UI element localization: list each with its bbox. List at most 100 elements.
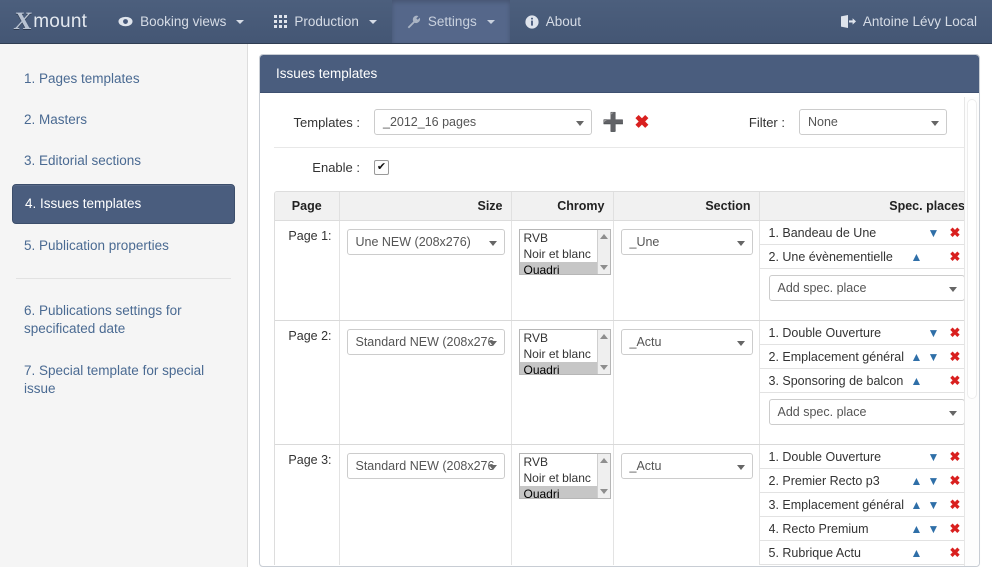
nav-production-label: Production <box>294 14 359 29</box>
sidebar-item-publications-settings[interactable]: 6. Publications settings for specificate… <box>12 292 235 348</box>
move-down-icon[interactable]: ▼ <box>925 351 942 363</box>
nav-items: Booking views Production Settings About <box>103 0 596 43</box>
sidebar-divider <box>16 278 231 280</box>
move-up-icon[interactable]: ▲ <box>908 375 925 387</box>
spec-place-actions: ▲ ▼ ✖ <box>908 326 965 339</box>
nav-about-label: About <box>545 14 581 29</box>
listbox-scrollbar[interactable] <box>596 330 610 374</box>
scroll-up-icon[interactable] <box>599 234 608 239</box>
nav-production[interactable]: Production <box>259 0 392 43</box>
templates-row: Templates : _2012_16 pages ➕ ✖ Filter : … <box>274 107 965 145</box>
delete-template-button[interactable]: ✖ <box>634 113 649 131</box>
panel-body: Templates : _2012_16 pages ➕ ✖ Filter : … <box>260 93 979 565</box>
add-spec-place-value: Add spec. place <box>777 281 867 295</box>
delete-spec-place-icon[interactable]: ✖ <box>945 474 965 487</box>
section-select[interactable]: _Une <box>620 229 753 255</box>
move-up-icon[interactable]: ▲ <box>908 475 925 487</box>
panel-scrollbar[interactable] <box>964 97 979 566</box>
chromy-listbox[interactable]: RVB Noir et blanc Quadri <box>518 229 611 275</box>
spec-place-actions: ▲ ▼ ✖ <box>908 250 965 263</box>
delete-spec-place-icon[interactable]: ✖ <box>945 498 965 511</box>
sidebar-item-editorial-sections[interactable]: 3. Editorial sections <box>12 142 235 180</box>
filter-select[interactable]: None <box>799 109 947 135</box>
scroll-up-icon[interactable] <box>599 458 608 463</box>
move-down-icon[interactable]: ▼ <box>925 227 942 239</box>
move-up-icon[interactable]: ▲ <box>908 547 925 559</box>
move-down-icon[interactable]: ▼ <box>925 451 942 463</box>
move-up-icon[interactable]: ▲ <box>908 499 925 511</box>
section-select[interactable]: _Actu <box>620 329 753 355</box>
listbox-scrollbar[interactable] <box>596 454 610 498</box>
add-template-button[interactable]: ➕ <box>602 113 624 131</box>
size-select[interactable]: Standard NEW (208x276 <box>346 329 505 355</box>
sidebar-item-masters[interactable]: 2. Masters <box>12 101 235 139</box>
scroll-down-icon[interactable] <box>599 489 608 494</box>
size-select[interactable]: Standard NEW (208x276 <box>346 453 505 479</box>
section-select[interactable]: _Actu <box>620 453 753 479</box>
nav-about[interactable]: About <box>510 0 596 43</box>
spec-place-item: 4. Recto Premium ▲ ▼ ✖ <box>759 517 971 541</box>
move-down-icon[interactable]: ▼ <box>925 327 942 339</box>
chevron-down-icon <box>948 411 957 416</box>
delete-spec-place-icon[interactable]: ✖ <box>945 546 965 559</box>
filter-group: Filter : None <box>749 109 965 135</box>
user-logout-link[interactable]: Antoine Lévy Local <box>826 0 992 43</box>
chromy-listbox[interactable]: RVB Noir et blanc Quadri <box>518 453 611 499</box>
scroll-down-icon[interactable] <box>599 365 608 370</box>
scroll-down-icon[interactable] <box>599 265 608 270</box>
spec-place-actions: ▲ ▼ ✖ <box>908 350 965 363</box>
spec-places-list: 1. Double Ouverture ▲ ▼ ✖ <box>759 321 971 433</box>
spec-place-item: 5. Rubrique Actu ▲ ▼ ✖ <box>759 541 971 565</box>
brand-logo[interactable]: Xmount <box>0 0 103 43</box>
move-up-icon[interactable]: ▲ <box>908 251 925 263</box>
nav-booking-views[interactable]: Booking views <box>103 0 259 43</box>
move-down-icon[interactable]: ▼ <box>925 523 942 535</box>
filter-label: Filter : <box>748 114 785 130</box>
sidebar-item-pages-templates[interactable]: 1. Pages templates <box>12 60 235 98</box>
add-spec-place-select[interactable]: Add spec. place <box>768 275 965 301</box>
nav-settings[interactable]: Settings <box>391 0 510 43</box>
spec-place-label: 1. Double Ouverture <box>768 325 882 340</box>
move-down-icon: ▼ <box>925 547 942 559</box>
delete-spec-place-icon[interactable]: ✖ <box>945 250 965 263</box>
row-chromy-cell: RVB Noir et blanc Quadri <box>511 220 614 321</box>
scroll-up-icon[interactable] <box>599 334 608 339</box>
sidebar-item-special-template[interactable]: 7. Special template for special issue <box>12 352 235 408</box>
templates-select[interactable]: _2012_16 pages <box>374 109 592 135</box>
delete-spec-place-icon[interactable]: ✖ <box>945 450 965 463</box>
table-header-row: Page Size Chromy Section Spec. places <box>275 192 971 221</box>
move-up-icon[interactable]: ▲ <box>908 523 925 535</box>
move-up-icon[interactable]: ▲ <box>908 351 925 363</box>
row-section-cell: _Une <box>613 220 760 321</box>
sidebar-item-publication-properties[interactable]: 5. Publication properties <box>12 227 235 265</box>
add-spec-place-select[interactable]: Add spec. place <box>768 399 965 425</box>
delete-spec-place-icon[interactable]: ✖ <box>945 326 965 339</box>
chevron-down-icon <box>576 121 584 126</box>
delete-spec-place-icon[interactable]: ✖ <box>945 350 965 363</box>
scrollbar-thumb[interactable] <box>967 99 977 399</box>
info-icon <box>525 14 539 29</box>
column-header-spec-places: Spec. places <box>759 192 971 221</box>
column-header-chromy: Chromy <box>511 192 614 221</box>
enable-checkbox[interactable]: ✔ <box>374 160 389 175</box>
section-select-value: _Actu <box>629 459 662 473</box>
checkmark-icon: ✔ <box>376 161 387 173</box>
spec-place-item: 2. Emplacement général ▲ ▼ ✖ <box>759 345 971 369</box>
column-header-page: Page <box>275 192 340 221</box>
size-select[interactable]: Une NEW (208x276) <box>346 229 505 255</box>
row-page-label: Page 3: <box>275 444 340 565</box>
row-size-cell: Standard NEW (208x276 <box>339 444 512 565</box>
sidebar-item-issues-templates[interactable]: 4. Issues templates <box>12 183 235 224</box>
size-select-value: Standard NEW (208x276 <box>355 459 495 473</box>
chromy-listbox[interactable]: RVB Noir et blanc Quadri <box>518 329 611 375</box>
move-down-icon[interactable]: ▼ <box>925 475 942 487</box>
spec-place-label: 1. Double Ouverture <box>768 449 882 464</box>
delete-spec-place-icon[interactable]: ✖ <box>945 226 965 239</box>
spec-place-actions: ▲ ▼ ✖ <box>908 450 965 463</box>
delete-spec-place-icon[interactable]: ✖ <box>945 522 965 535</box>
delete-spec-place-icon[interactable]: ✖ <box>945 374 965 387</box>
wrench-icon <box>407 15 421 29</box>
move-down-icon[interactable]: ▼ <box>925 499 942 511</box>
chevron-down-icon <box>368 19 377 24</box>
listbox-scrollbar[interactable] <box>596 230 610 274</box>
